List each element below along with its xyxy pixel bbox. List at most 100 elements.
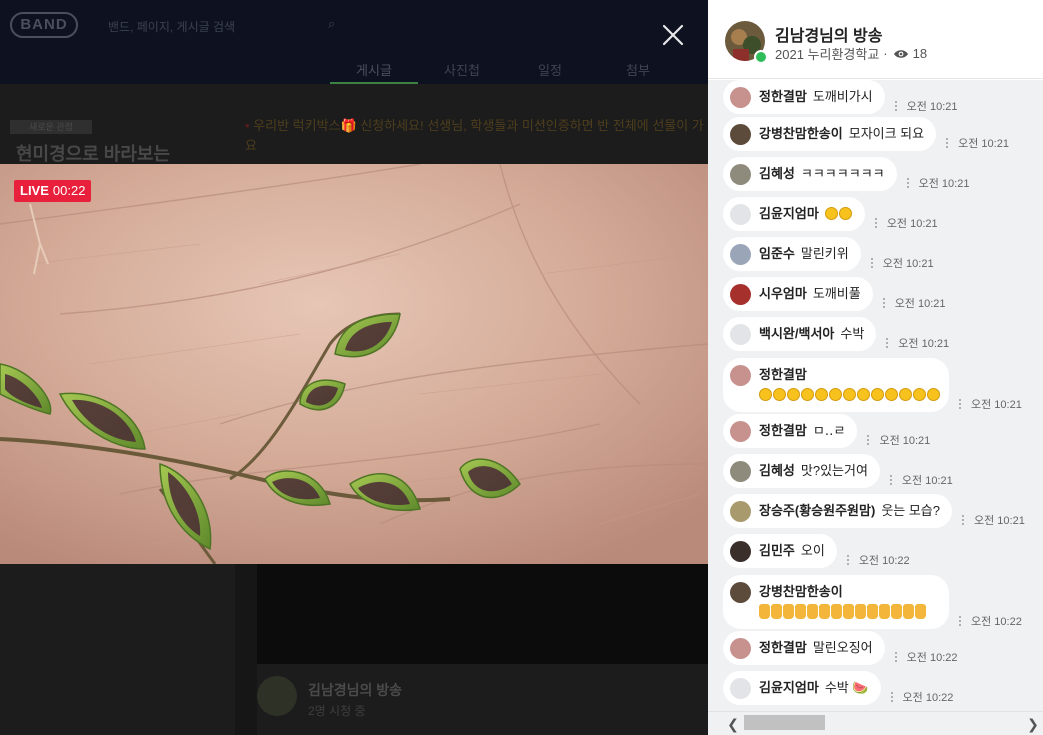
notice-label: 우리반 럭키박스🎁 신청하세요! 선생님, 학생들과 미션인증하면 반 전체에 …	[245, 118, 704, 153]
more-options-icon[interactable]	[903, 177, 913, 189]
chat-emoji	[824, 206, 853, 221]
more-options-icon[interactable]	[891, 651, 901, 663]
more-options-icon[interactable]	[871, 217, 881, 229]
chat-bubble[interactable]: 김혜성 맛?있는거여	[723, 454, 880, 488]
tab-schedule[interactable]: 일정	[506, 56, 594, 84]
chat-bubble[interactable]: 정한결맘	[723, 358, 949, 412]
avatar	[730, 243, 751, 265]
avatar	[730, 163, 751, 185]
scroll-right-icon[interactable]: ❯	[1026, 716, 1040, 732]
chat-sender: 김윤지엄마	[759, 680, 819, 695]
feed-card-subtitle: 2명 시청 중	[308, 704, 366, 718]
chat-text: 웃는 모습?	[881, 503, 940, 518]
live-chat-panel: 김남경님의 방송 2021 누리환경학교 · 18 정한결맘 도깨비가시 오전 1…	[708, 0, 1043, 735]
chat-sender: 김민주	[759, 543, 795, 558]
more-options-icon[interactable]	[843, 554, 853, 566]
more-options-icon[interactable]	[942, 137, 952, 149]
viewer-count: 18	[912, 46, 928, 61]
more-options-icon[interactable]	[863, 434, 873, 446]
chat-bubble[interactable]: 김혜성 ㅋㅋㅋㅋㅋㅋㅋ	[723, 157, 897, 191]
chat-bubble[interactable]: 시우엄마 도깨비풀	[723, 277, 873, 311]
avatar	[730, 86, 751, 108]
avatar	[257, 676, 297, 716]
more-options-icon[interactable]	[958, 514, 968, 526]
panel-header: 김남경님의 방송 2021 누리환경학교 · 18	[708, 0, 1043, 79]
avatar	[730, 365, 751, 386]
chat-message: 김혜성 ㅋㅋㅋㅋㅋㅋㅋ 오전 10:21	[723, 157, 969, 191]
separator: ·	[883, 46, 888, 61]
chat-list[interactable]: 정한결맘 도깨비가시 오전 10:21 강병찬맘한송이 모자이크 되요 오전 10:…	[708, 80, 1043, 711]
online-badge	[754, 50, 768, 64]
chat-bubble[interactable]: 정한결맘 말린오징어	[723, 631, 885, 665]
chat-text: ㅋㅋㅋㅋㅋㅋㅋ	[800, 166, 885, 181]
chat-sender: 강병찬맘한송이	[759, 584, 843, 599]
band-header: BAND 밴드, 페이지, 게시글 검색 ⌕ 게시글 사진첩 일정 첨부 멤버	[0, 0, 738, 84]
notice-dot-icon: •	[245, 118, 254, 133]
chat-time: 오전 10:21	[958, 138, 1009, 150]
chat-text: 오이	[800, 543, 825, 558]
chat-time: 오전 10:21	[879, 435, 931, 447]
chat-sender: 정한결맘	[759, 423, 807, 438]
live-label: LIVE	[20, 183, 49, 198]
more-options-icon[interactable]	[887, 691, 897, 703]
avatar	[730, 123, 751, 145]
chat-message: 정한결맘 말린오징어 오전 10:22	[723, 631, 957, 665]
chat-sender: 김혜성	[759, 166, 795, 181]
avatar	[730, 203, 751, 225]
live-video[interactable]	[0, 164, 708, 564]
chat-sender: 시우엄마	[759, 286, 807, 301]
notice-text[interactable]: • 우리반 럭키박스🎁 신청하세요! 선생님, 학생들과 미션인증하면 반 전체…	[245, 116, 705, 156]
tab-photos[interactable]: 사진첩	[418, 56, 506, 84]
more-options-icon[interactable]	[882, 337, 892, 349]
scrollbar-thumb[interactable]	[744, 715, 825, 730]
avatar	[730, 323, 751, 345]
horizontal-scrollbar[interactable]: ❮ ❯	[708, 711, 1043, 735]
chat-bubble[interactable]: 정한결맘 ㅁ‥ㄹ	[723, 414, 858, 448]
chat-bubble[interactable]: 김민주 오이	[723, 534, 837, 568]
chat-sender: 정한결맘	[759, 89, 807, 104]
tab-files[interactable]: 첨부	[594, 56, 682, 84]
more-options-icon[interactable]	[955, 615, 965, 627]
more-options-icon[interactable]	[879, 297, 889, 309]
chat-bubble[interactable]: 백시완/백서아 수박	[723, 317, 877, 351]
chat-text: 도깨비가시	[812, 89, 873, 104]
chat-bubble[interactable]: 김윤지엄마 수박 🍉	[723, 671, 881, 705]
more-options-icon[interactable]	[867, 257, 877, 269]
chat-sender: 백시완/백서아	[759, 326, 835, 341]
more-options-icon[interactable]	[886, 474, 896, 486]
feed-left-edge	[235, 564, 257, 735]
live-badge: LIVE 00:22	[14, 180, 92, 202]
chat-message: 정한결맘 도깨비가시 오전 10:21	[723, 80, 957, 114]
more-options-icon[interactable]	[891, 100, 901, 112]
chat-bubble[interactable]: 강병찬맘한송이 모자이크 되요	[723, 117, 937, 151]
chat-sender: 정한결맘	[759, 640, 807, 655]
band-tabs: 게시글 사진첩 일정 첨부 멤버	[330, 56, 770, 84]
chat-bubble[interactable]: 강병찬맘한송이	[723, 575, 949, 629]
chat-sender: 김혜성	[759, 463, 795, 478]
chat-time: 오전 10:22	[906, 652, 958, 664]
chat-time: 오전 10:21	[898, 338, 950, 350]
chat-time: 오전 10:21	[906, 101, 958, 113]
avatar	[730, 460, 751, 482]
broadcast-subtitle: 2021 누리환경학교 · 18	[775, 44, 927, 63]
scroll-left-icon[interactable]: ❮	[726, 716, 740, 732]
group-name[interactable]: 2021 누리환경학교	[775, 44, 879, 63]
chat-bubble[interactable]: 정한결맘 도깨비가시	[723, 80, 885, 114]
search-icon[interactable]: ⌕	[328, 16, 335, 32]
chat-sender: 강병찬맘한송이	[759, 126, 843, 141]
banner-chip: 새로운 관점	[10, 120, 92, 134]
chat-bubble[interactable]: 장승주(황승원주원맘) 웃는 모습?	[723, 494, 952, 528]
search-input[interactable]: 밴드, 페이지, 게시글 검색	[108, 18, 235, 35]
more-options-icon[interactable]	[955, 398, 965, 410]
tab-posts[interactable]: 게시글	[330, 56, 418, 84]
band-logo[interactable]: BAND	[10, 12, 78, 38]
broadcast-title: 김남경님의 방송	[775, 28, 883, 45]
feed-video-thumbnail[interactable]	[257, 564, 708, 664]
chat-time: 오전 10:21	[882, 258, 934, 270]
close-icon[interactable]	[660, 22, 686, 48]
chat-bubble[interactable]: 김윤지엄마	[723, 197, 865, 231]
chat-bubble[interactable]: 임준수 말린키위	[723, 237, 861, 271]
avatar	[730, 420, 751, 442]
chat-time: 오전 10:21	[974, 515, 1025, 527]
feed-card-title[interactable]: 김남경님의 방송	[308, 680, 402, 700]
